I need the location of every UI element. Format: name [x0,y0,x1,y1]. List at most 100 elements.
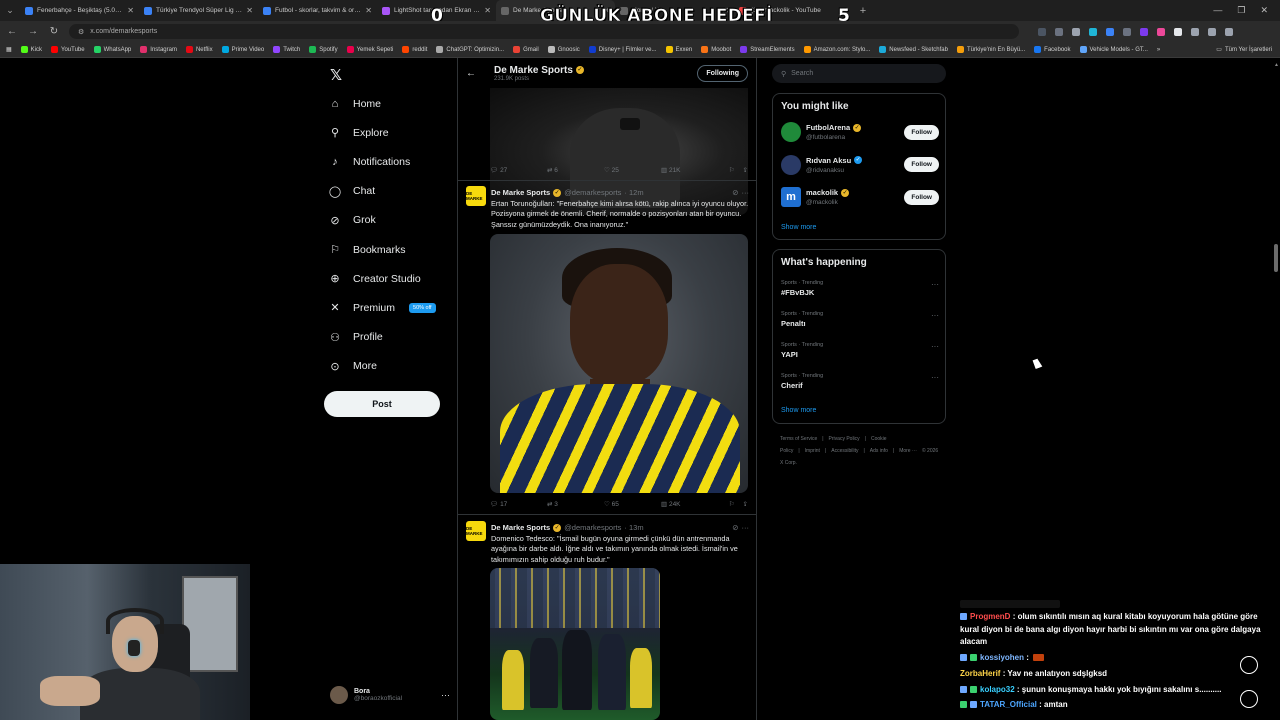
trend-item[interactable]: Sports · Trending #FBvBJK ··· [781,280,939,297]
more-options-icon[interactable]: ··· [931,373,939,382]
more-options-icon[interactable]: ··· [931,311,939,320]
browser-tab[interactable]: Futbol - skorlar, takvim & oran ✕ [258,0,377,21]
trend-item[interactable]: Sports · Trending Cherif ··· [781,373,939,390]
extension-icon[interactable] [1140,27,1148,36]
menu-icon[interactable] [1225,27,1233,36]
follow-button[interactable]: Follow [904,189,939,205]
all-bookmarks[interactable]: ▭ Tüm Yer İşaretleri [1216,46,1274,54]
follow-button[interactable]: Follow [904,157,939,172]
maximize-icon[interactable]: ❐ [1237,5,1245,16]
tab-search-icon[interactable]: ⌄ [0,0,20,21]
tweet-author-handle[interactable]: @demarkesports [564,188,621,197]
bookmark-item[interactable]: Gnoosic [547,46,580,53]
tab-close-icon[interactable]: ✕ [365,6,372,15]
x-logo-icon[interactable]: 𝕏 [330,66,342,84]
avatar[interactable] [781,154,801,175]
avatar[interactable]: DE MARKE [466,521,486,541]
tab-close-icon[interactable]: ✕ [246,6,253,15]
bookmark-item[interactable]: Netflix [185,46,213,53]
views-action[interactable]: ▥ 24K [661,500,718,508]
bookmark-item[interactable]: Kick [20,46,42,53]
like-action[interactable]: ♡ 25 [604,166,661,174]
footer-link[interactable]: Ads info [870,448,888,454]
more-options-icon[interactable]: ··· [742,523,750,532]
extension-icon[interactable] [1157,27,1165,36]
sidebar-item-home[interactable]: ⌂ Home [328,89,436,118]
bookmarks-overflow[interactable]: » [1157,47,1160,53]
url-field[interactable]: ⚙ x.com/demarkesports [69,24,1019,39]
extension-icon[interactable] [1174,27,1182,36]
suggested-account[interactable]: m mackolik ✓ @mackolik Follow [781,187,939,207]
bookmark-item[interactable]: WhatsApp [93,46,131,53]
footer-link[interactable]: More ··· [899,448,917,454]
more-options-icon[interactable]: ··· [931,342,939,351]
tweet-time[interactable]: · 13m [624,523,643,532]
account-name[interactable]: mackolik ✓ [806,188,850,197]
bookmark-icon[interactable]: ⚐ [729,500,735,508]
chat-username[interactable]: TATAR_Official [980,700,1037,709]
sidebar-item-bookmarks[interactable]: ⚐ Bookmarks [328,235,436,264]
like-action[interactable]: ♡ 65 [604,500,661,508]
reply-action[interactable]: 💬︎ 17 [490,500,547,508]
site-info-icon[interactable]: ⚙ [78,28,84,36]
close-window-icon[interactable]: ✕ [1260,5,1268,16]
sidebar-item-grok[interactable]: ⊘ Grok [328,206,436,235]
bookmark-item[interactable]: Twitch [273,46,300,53]
forward-icon[interactable]: → [27,26,39,37]
sidebar-item-profile[interactable]: ⚇ Profile [328,323,436,352]
bookmark-item[interactable]: Türkiye'nin En Büyü... [956,46,1025,53]
bookmark-item[interactable]: Vehicle Models - GT... [1079,46,1148,53]
bookmark-item[interactable]: Facebook [1034,46,1071,53]
bookmark-item[interactable]: Instagram [140,46,177,53]
grok-icon[interactable]: ⊘ [732,188,738,197]
reply-action[interactable]: 💬︎ 27 [490,166,547,174]
chat-bubble-icon[interactable] [1240,690,1258,708]
tab-close-icon[interactable]: ✕ [484,6,491,15]
bookmark-item[interactable]: StreamElements [740,46,795,53]
avatar[interactable] [781,122,801,142]
bookmark-item[interactable]: Spotify [309,46,338,53]
bookmark-item[interactable]: Prime Video [221,46,264,53]
more-options-icon[interactable]: ··· [931,280,939,289]
reload-icon[interactable]: ↻ [48,26,60,37]
share-icon[interactable]: ⇪ [743,500,748,508]
chat-username[interactable]: ProgmenD [970,612,1010,621]
bookmark-icon[interactable]: ⚐ [729,166,735,174]
bookmark-item[interactable]: Exxen [665,46,692,53]
post-button[interactable]: Post [324,391,440,417]
show-more-link[interactable]: Show more [781,224,816,231]
extension-icon[interactable] [1089,27,1097,36]
post-image[interactable] [490,234,748,493]
bookmark-item[interactable]: Newsfeed - Sketchfab [879,46,948,53]
tweet-author-handle[interactable]: @demarkesports [564,523,621,532]
sidebar-item-notifications[interactable]: ♪ Notifications [328,147,436,176]
follow-button[interactable]: Follow [904,124,939,140]
account-switcher[interactable]: Bora @boraozkofficial ··· [330,686,450,704]
minimize-icon[interactable]: — [1213,5,1222,16]
views-action[interactable]: ▥ 21K [661,166,718,174]
tweet-time[interactable]: · 12m [624,188,643,197]
sidebar-item-creator-studio[interactable]: ⊕ Creator Studio [328,264,436,293]
search-input[interactable]: ⚲ Search [772,64,946,83]
scroll-up-icon[interactable]: ▲ [1274,62,1279,68]
sidebar-item-explore[interactable]: ⚲ Explore [328,118,436,147]
bookmark-item[interactable]: ChatGPT: Optimizin... [436,46,504,53]
account-name[interactable]: Rıdvan Aksu ✓ [806,156,863,165]
account-name[interactable]: FutbolArena ✓ [806,123,862,132]
footer-link[interactable]: Privacy Policy [829,436,860,442]
browser-tab[interactable]: Fenerbahçe - Beşiktaş (5.04.20 ✕ [20,0,139,21]
sidebar-item-more[interactable]: ⊙ More [328,352,436,381]
trend-item[interactable]: Sports · Trending Penaltı ··· [781,311,939,328]
scrollbar-thumb[interactable] [1274,244,1278,272]
scrollbar[interactable]: ▲ [1274,60,1279,720]
new-tab-button[interactable]: + [853,5,873,17]
chat-username[interactable]: kolapo32 [980,685,1015,694]
repost-action[interactable]: ⇄ 3 [547,500,604,508]
apps-icon[interactable]: ▦ [6,46,12,53]
trend-item[interactable]: Sports · Trending YAPI ··· [781,342,939,359]
bookmark-item[interactable]: Gmail [513,46,539,53]
back-icon[interactable]: ← [6,26,18,37]
back-arrow-icon[interactable]: ← [466,68,486,79]
repost-action[interactable]: ⇄ 6 [547,166,604,174]
bookmark-item[interactable]: Moobot [701,46,731,53]
